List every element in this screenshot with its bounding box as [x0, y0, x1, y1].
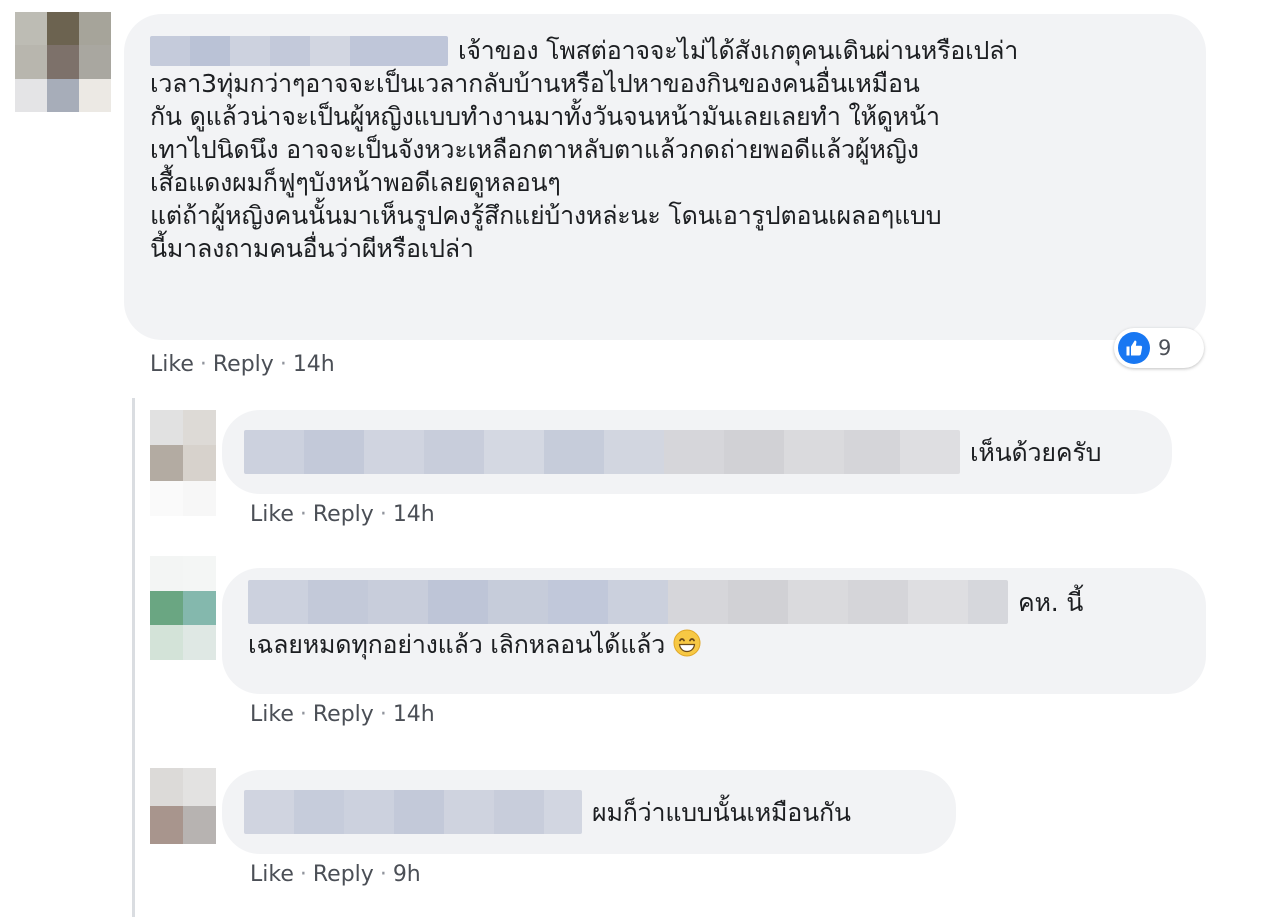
comment-line: แต่ถ้าผู้หญิงคนนั้นมาเห็นรูปคงรู้สึกแย่บ…: [150, 201, 942, 230]
timestamp[interactable]: 9h: [393, 862, 421, 887]
like-button[interactable]: Like: [250, 502, 294, 527]
separator: ·: [199, 352, 207, 377]
comment-line: นี้มาลงถามคนอื่นว่าผีหรือเปล่า: [150, 234, 474, 263]
redacted-author-name[interactable]: [244, 790, 582, 834]
redacted-author-name[interactable]: [244, 430, 960, 474]
comment-line: เจ้าของ โพสต่อาจจะไม่ได้สังเกตุคนเดินผ่า…: [458, 36, 1019, 65]
reply-actions: Like · Reply · 9h: [250, 862, 421, 887]
reply-actions: Like · Reply · 14h: [250, 502, 435, 527]
reply-text: คห. นี้: [1018, 587, 1084, 617]
reaction-count: 9: [1158, 336, 1172, 360]
reply-thread-line: [132, 398, 135, 917]
separator: ·: [379, 702, 387, 727]
timestamp[interactable]: 14h: [293, 352, 335, 377]
timestamp[interactable]: 14h: [393, 502, 435, 527]
comment-text: เจ้าของ โพสต่อาจจะไม่ได้สังเกตุคนเดินผ่า…: [150, 34, 1186, 265]
reply-button[interactable]: Reply: [313, 502, 374, 527]
timestamp[interactable]: 14h: [393, 702, 435, 727]
redacted-author-name[interactable]: [150, 35, 448, 66]
separator: ·: [299, 702, 307, 727]
reply-actions: Like · Reply · 14h: [250, 702, 435, 727]
separator: ·: [299, 862, 307, 887]
reply-text: เห็นด้วยครับ: [970, 437, 1102, 467]
reply-bubble: คห. นี้ เฉลยหมดทุกอย่างแล้ว เลิกหลอนได้แ…: [222, 568, 1206, 694]
reaction-summary[interactable]: 9: [1114, 328, 1204, 368]
avatar[interactable]: [15, 12, 111, 112]
comment-line: เสื้อแดงผมก็ฟูๆบังหน้าพอดีเลยดูหลอนๆ: [150, 168, 561, 197]
separator: ·: [379, 862, 387, 887]
avatar[interactable]: [150, 556, 216, 660]
like-button[interactable]: Like: [250, 862, 294, 887]
grinning-face-emoji: [673, 629, 701, 657]
like-button[interactable]: Like: [150, 352, 194, 377]
reply-bubble: เห็นด้วยครับ: [222, 410, 1172, 494]
redacted-author-name[interactable]: [248, 580, 1008, 624]
comment-actions: Like · Reply · 14h: [150, 352, 335, 377]
comment-line: เทาไปนิดนึง อาจจะเป็นจังหวะเหลือกตาหลับต…: [150, 135, 919, 164]
comment-line: เวลา3ทุ่มกว่าๆอาจจะเป็นเวลากลับบ้านหรือไ…: [150, 69, 920, 98]
reply-button[interactable]: Reply: [313, 862, 374, 887]
reply-bubble: ผมก็ว่าแบบนั้นเหมือนกัน: [222, 770, 956, 854]
reply-button[interactable]: Reply: [213, 352, 274, 377]
comment-line: กัน ดูแล้วน่าจะเป็นผู้หญิงแบบทำงานมาทั้ง…: [150, 102, 940, 131]
comment-bubble: เจ้าของ โพสต่อาจจะไม่ได้สังเกตุคนเดินผ่า…: [124, 14, 1206, 340]
reply-text: ผมก็ว่าแบบนั้นเหมือนกัน: [592, 797, 851, 827]
separator: ·: [379, 502, 387, 527]
like-button[interactable]: Like: [250, 702, 294, 727]
reply-text: เฉลยหมดทุกอย่างแล้ว เลิกหลอนได้แล้ว: [248, 630, 666, 659]
avatar[interactable]: [150, 768, 216, 844]
like-icon: [1118, 332, 1150, 364]
separator: ·: [279, 352, 287, 377]
avatar[interactable]: [150, 410, 216, 516]
reply-button[interactable]: Reply: [313, 702, 374, 727]
separator: ·: [299, 502, 307, 527]
